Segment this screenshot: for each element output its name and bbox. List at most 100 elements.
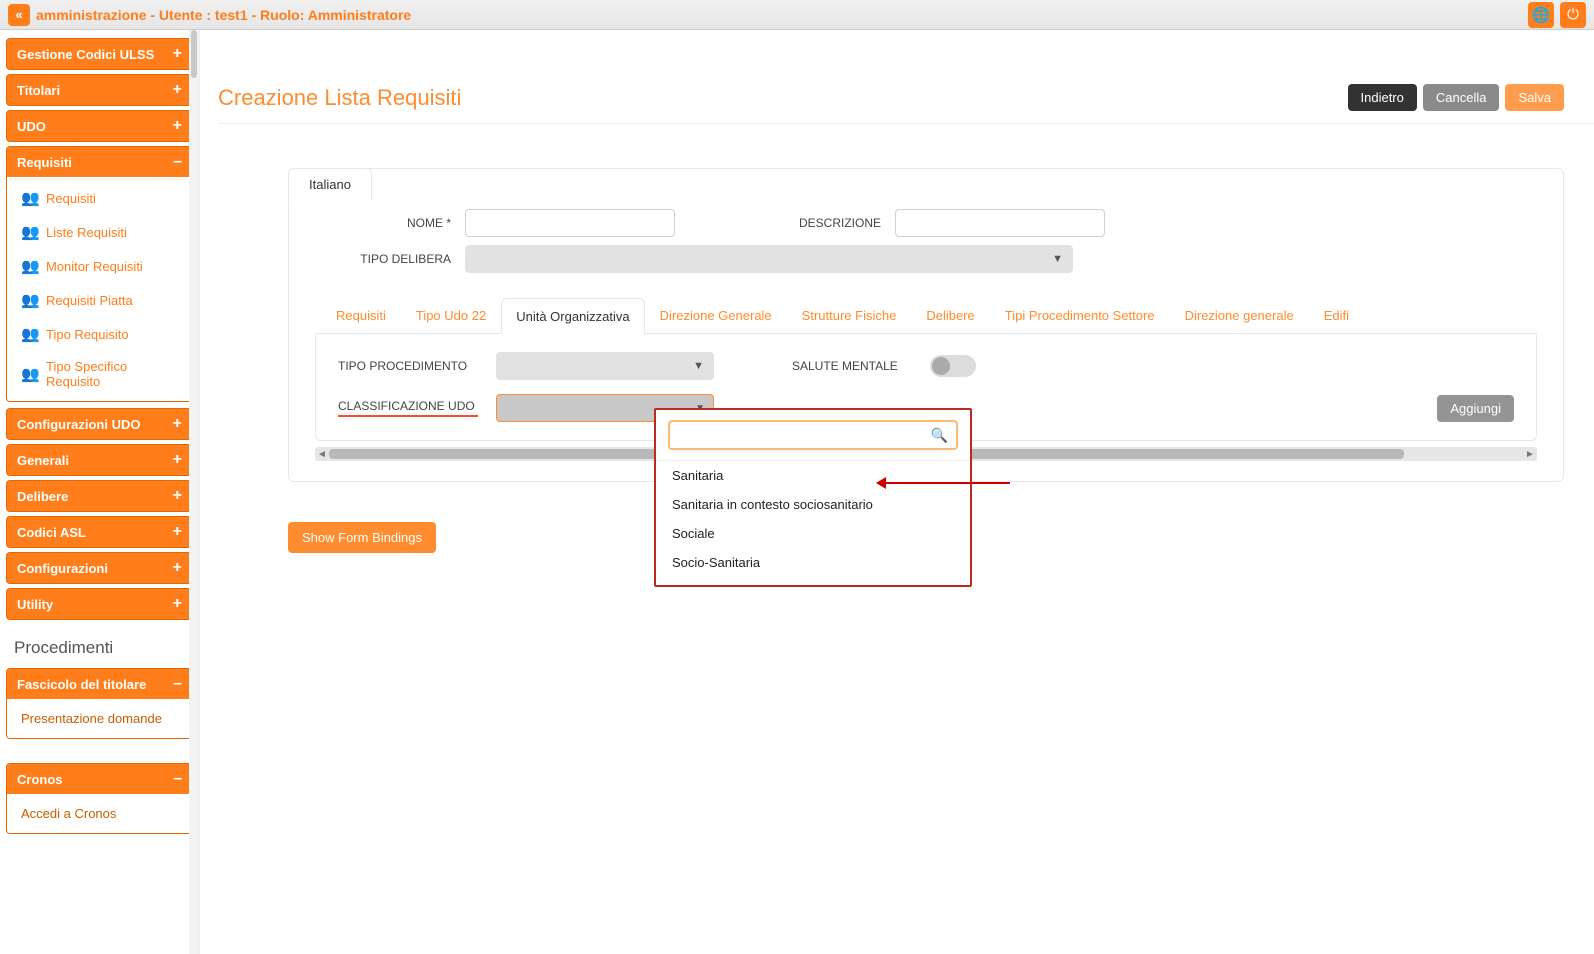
tab-direzione-generale[interactable]: Direzione Generale	[645, 297, 787, 333]
tab-delibere[interactable]: Delibere	[911, 297, 989, 333]
sidebar-item-presentazione-domande[interactable]: Presentazione domande	[7, 703, 192, 734]
sidebar-item-requisiti-piatta[interactable]: 👥 Requisiti Piatta	[7, 283, 192, 317]
sidebar-group-fascicolo[interactable]: Fascicolo del titolare –	[7, 669, 192, 699]
sidebar-group-label: Generali	[17, 453, 69, 468]
sidebar-item-liste-requisiti[interactable]: 👥 Liste Requisiti	[7, 215, 192, 249]
sidebar-item-label: Requisiti Piatta	[46, 293, 133, 308]
tab-tipo-udo-22[interactable]: Tipo Udo 22	[401, 297, 501, 333]
cancel-button[interactable]: Cancella	[1423, 84, 1500, 111]
form-tabs: Requisiti Tipo Udo 22 Unità Organizzativ…	[315, 297, 1537, 334]
dropdown-option-sociale[interactable]: Sociale	[656, 519, 970, 548]
topbar: « amministrazione - Utente : test1 - Ruo…	[0, 0, 1594, 30]
label-tipo-procedimento: TIPO PROCEDIMENTO	[338, 359, 478, 373]
users-gear-icon: 👥	[21, 365, 37, 383]
sidebar-group-label: Requisiti	[17, 155, 72, 170]
sidebar-group-cronos[interactable]: Cronos –	[7, 764, 192, 794]
aggiungi-button[interactable]: Aggiungi	[1437, 395, 1514, 422]
users-gear-icon: 👥	[21, 325, 37, 343]
sidebar-panel-requisiti: Requisiti – 👥 Requisiti 👥 Liste Requisit…	[6, 146, 193, 402]
tab-requisiti[interactable]: Requisiti	[321, 297, 401, 333]
language-tab-italiano[interactable]: Italiano	[288, 168, 372, 201]
dropdown-option-socio-sanitaria[interactable]: Socio-Sanitaria	[656, 548, 970, 577]
app-title: amministrazione - Utente : test1 - Ruolo…	[36, 7, 411, 23]
users-gear-icon: 👥	[21, 291, 37, 309]
sidebar-panel-fascicolo: Fascicolo del titolare – Presentazione d…	[6, 668, 193, 739]
sidebar-item-tipo-specifico-requisito[interactable]: 👥 Tipo Specifico Requisito	[7, 351, 192, 397]
plus-icon: +	[173, 416, 182, 432]
plus-icon: +	[173, 488, 182, 504]
sidebar-item-tipo-requisito[interactable]: 👥 Tipo Requisito	[7, 317, 192, 351]
tipo-delibera-select[interactable]: ▼	[465, 245, 1073, 273]
sidebar-item-label: Accedi a Cronos	[21, 806, 116, 821]
sidebar-group-titolari[interactable]: Titolari +	[6, 74, 193, 106]
show-form-bindings-button[interactable]: Show Form Bindings	[288, 522, 436, 553]
tab-tipi-procedimento-settore[interactable]: Tipi Procedimento Settore	[990, 297, 1170, 333]
plus-icon: +	[173, 82, 182, 98]
sidebar-group-codici-asl[interactable]: Codici ASL +	[6, 516, 193, 548]
main-content: Creazione Lista Requisiti Indietro Cance…	[200, 30, 1594, 954]
sidebar-group-label: Cronos	[17, 772, 63, 787]
sidebar-item-label: Monitor Requisiti	[46, 259, 143, 274]
dropdown-search-input[interactable]	[678, 428, 931, 443]
plus-icon: +	[173, 46, 182, 62]
sidebar-collapse-button[interactable]: «	[8, 4, 30, 26]
plus-icon: +	[173, 452, 182, 468]
sidebar-group-label: UDO	[17, 119, 46, 134]
tab-edifi[interactable]: Edifi	[1309, 297, 1364, 333]
sidebar-group-delibere[interactable]: Delibere +	[6, 480, 193, 512]
tipo-procedimento-select[interactable]: ▼	[496, 352, 714, 380]
label-salute-mentale: SALUTE MENTALE	[792, 359, 912, 373]
sidebar-group-label: Fascicolo del titolare	[17, 677, 146, 692]
power-icon[interactable]: ⏻	[1560, 2, 1586, 28]
sidebar-subtitle-procedimenti: Procedimenti	[6, 624, 193, 668]
scroll-right-icon[interactable]: ►	[1523, 447, 1537, 461]
sidebar-group-configurazioni-udo[interactable]: Configurazioni UDO +	[6, 408, 193, 440]
page-title: Creazione Lista Requisiti	[218, 85, 461, 111]
back-button[interactable]: Indietro	[1348, 84, 1417, 111]
search-icon: 🔍	[931, 427, 948, 444]
salute-mentale-toggle[interactable]	[930, 355, 976, 377]
users-gear-icon: 👥	[21, 223, 37, 241]
scroll-left-icon[interactable]: ◄	[315, 447, 329, 461]
sidebar-group-utility[interactable]: Utility +	[6, 588, 193, 620]
label-tipo-delibera: TIPO DELIBERA	[315, 252, 465, 266]
dropdown-option-sanitaria-contesto[interactable]: Sanitaria in contesto sociosanitario	[656, 490, 970, 519]
sidebar-item-label: Liste Requisiti	[46, 225, 127, 240]
sidebar-group-label: Gestione Codici ULSS	[17, 47, 154, 62]
label-descrizione: DESCRIZIONE	[675, 216, 895, 230]
globe-icon[interactable]: 🌐	[1528, 2, 1554, 28]
annotation-arrow	[880, 482, 1010, 484]
dropdown-option-sanitaria[interactable]: Sanitaria	[656, 461, 970, 490]
descrizione-input[interactable]	[895, 209, 1105, 237]
sidebar-group-udo[interactable]: UDO +	[6, 110, 193, 142]
sidebar-item-monitor-requisiti[interactable]: 👥 Monitor Requisiti	[7, 249, 192, 283]
nome-input[interactable]	[465, 209, 675, 237]
sidebar-scrollbar[interactable]	[189, 30, 199, 954]
sidebar-panel-cronos: Cronos – Accedi a Cronos	[6, 763, 193, 834]
plus-icon: +	[173, 560, 182, 576]
label-nome: NOME *	[315, 216, 465, 230]
sidebar-group-configurazioni[interactable]: Configurazioni +	[6, 552, 193, 584]
plus-icon: +	[173, 524, 182, 540]
save-button[interactable]: Salva	[1505, 84, 1564, 111]
tab-strutture-fisiche[interactable]: Strutture Fisiche	[787, 297, 912, 333]
sidebar-item-requisiti[interactable]: 👥 Requisiti	[7, 181, 192, 215]
tab-unita-organizzativa[interactable]: Unità Organizzativa	[501, 298, 644, 334]
sidebar-group-gestione-codici[interactable]: Gestione Codici ULSS +	[6, 38, 193, 70]
sidebar-group-label: Titolari	[17, 83, 60, 98]
users-gear-icon: 👥	[21, 257, 37, 275]
tab-direzione-generale-2[interactable]: Direzione generale	[1170, 297, 1309, 333]
minus-icon: –	[173, 771, 182, 787]
chevron-down-icon: ▼	[693, 360, 704, 372]
dropdown-search: 🔍	[668, 420, 958, 450]
sidebar-item-label: Presentazione domande	[21, 711, 162, 726]
sidebar-item-accedi-cronos[interactable]: Accedi a Cronos	[7, 798, 192, 829]
chevron-down-icon: ▼	[1052, 253, 1063, 265]
plus-icon: +	[173, 118, 182, 134]
classificazione-udo-dropdown: 🔍 Sanitaria Sanitaria in contesto socios…	[654, 408, 972, 587]
sidebar-group-requisiti[interactable]: Requisiti –	[7, 147, 192, 177]
sidebar-item-label: Requisiti	[46, 191, 96, 206]
sidebar-group-generali[interactable]: Generali +	[6, 444, 193, 476]
sidebar-group-label: Configurazioni	[17, 561, 108, 576]
sidebar-item-label: Tipo Specifico Requisito	[46, 359, 178, 389]
